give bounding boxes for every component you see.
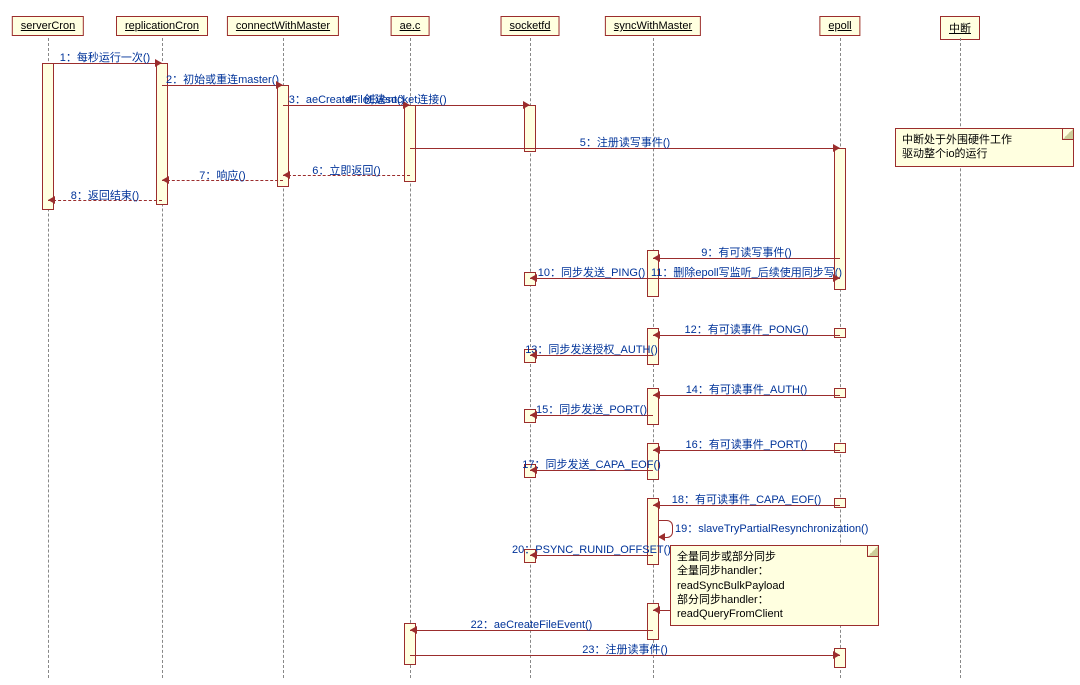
arrowhead — [410, 626, 417, 634]
message-label: 8：返回结束() — [71, 187, 139, 203]
message-label: 12：有可读事件_PONG() — [684, 321, 808, 337]
message: 22：aeCreateFileEvent() — [410, 630, 653, 631]
message-label: 4：创建socket连接() — [346, 91, 446, 107]
arrowhead — [653, 501, 660, 509]
message: 5：注册读写事件() — [410, 148, 840, 149]
arrowhead — [162, 176, 169, 184]
message: 11：删除epoll写监听_后续使用同步写() — [653, 278, 840, 279]
message-label: 1：每秒运行一次() — [60, 49, 150, 65]
message: 8：返回结束() — [48, 200, 162, 202]
message: 15：同步发送_PORT() — [530, 415, 653, 416]
arrowhead — [155, 59, 162, 67]
arrowhead — [530, 551, 537, 559]
message-label: 5：注册读写事件() — [580, 134, 670, 150]
message-label: 16：有可读事件_PORT() — [685, 436, 807, 452]
activation — [42, 63, 54, 210]
arrowhead — [530, 466, 537, 474]
message-label: 17：同步发送_CAPA_EOF() — [522, 456, 661, 472]
message: 10：同步发送_PING() — [530, 278, 653, 279]
activation — [524, 105, 536, 152]
message-label: 2：初始或重连master() — [166, 71, 279, 87]
arrowhead — [653, 446, 660, 454]
message-label: 22：aeCreateFileEvent() — [471, 616, 593, 632]
message-label: 15：同步发送_PORT() — [536, 401, 647, 417]
message-label: 9：有可读写事件() — [701, 244, 791, 260]
lifeline-head-socketfd: socketfd — [501, 16, 560, 36]
message-label: 13：同步发送授权_AUTH() — [525, 341, 658, 357]
message: 1：每秒运行一次() — [48, 63, 162, 64]
activation — [834, 328, 846, 338]
lifeline-head-interrupt: 中断 — [940, 16, 980, 40]
arrowhead — [530, 274, 537, 282]
arrowhead — [283, 171, 290, 179]
message-label: 6：立即返回() — [312, 162, 380, 178]
arrowhead — [653, 254, 660, 262]
message-label: 7：响应() — [199, 167, 245, 183]
message: 16：有可读事件_PORT() — [653, 450, 840, 451]
arrowhead — [530, 411, 537, 419]
message: 6：立即返回() — [283, 175, 410, 177]
note: 全量同步或部分同步全量同步handler：readSyncBulkPayload… — [670, 545, 879, 626]
lifeline-head-ae: ae.c — [391, 16, 430, 36]
message: 7：响应() — [162, 180, 283, 182]
message-label: 10：同步发送_PING() — [538, 264, 646, 280]
message: 23：注册读事件() — [410, 655, 840, 656]
message-label: 11：删除epoll写监听_后续使用同步写() — [651, 264, 842, 280]
message: 13：同步发送授权_AUTH() — [530, 355, 653, 356]
message: 18：有可读事件_CAPA_EOF() — [653, 505, 840, 506]
activation — [834, 498, 846, 508]
lifeline-head-connectWithMaster: connectWithMaster — [227, 16, 339, 36]
arrowhead — [523, 101, 530, 109]
message-label: 18：有可读事件_CAPA_EOF() — [672, 491, 822, 507]
lifeline-head-replicationCron: replicationCron — [116, 16, 208, 36]
sequence-diagram: serverCron replicationCron connectWithMast… — [0, 0, 1080, 685]
note: 中断处于外围硬件工作驱动整个io的运行 — [895, 128, 1074, 167]
arrowhead — [276, 81, 283, 89]
lifeline-head-epoll: epoll — [819, 16, 860, 36]
lifeline-head-serverCron: serverCron — [12, 16, 84, 36]
activation — [834, 388, 846, 398]
message: 12：有可读事件_PONG() — [653, 335, 840, 336]
arrowhead — [833, 274, 840, 282]
arrowhead — [530, 351, 537, 359]
lifeline-head-syncWithMaster: syncWithMaster — [605, 16, 701, 36]
message: 2：初始或重连master() — [162, 85, 283, 86]
message: 4：创建socket连接() — [283, 105, 530, 106]
message: 17：同步发送_CAPA_EOF() — [530, 470, 653, 471]
message: 20：PSYNC_RUNID_OFFSET() — [530, 555, 653, 556]
arrowhead — [833, 144, 840, 152]
arrowhead — [653, 606, 660, 614]
message-label: 14：有可读事件_AUTH() — [686, 381, 808, 397]
message-label: 23：注册读事件() — [582, 641, 668, 657]
message-label: 19：slaveTryPartialResynchronization() — [675, 520, 868, 536]
arrowhead — [833, 651, 840, 659]
arrowhead — [48, 196, 55, 204]
message: 14：有可读事件_AUTH() — [653, 395, 840, 396]
activation — [404, 105, 416, 182]
activation — [834, 443, 846, 453]
arrowhead — [653, 331, 660, 339]
message: 9：有可读写事件() — [653, 258, 840, 259]
arrowhead — [653, 391, 660, 399]
